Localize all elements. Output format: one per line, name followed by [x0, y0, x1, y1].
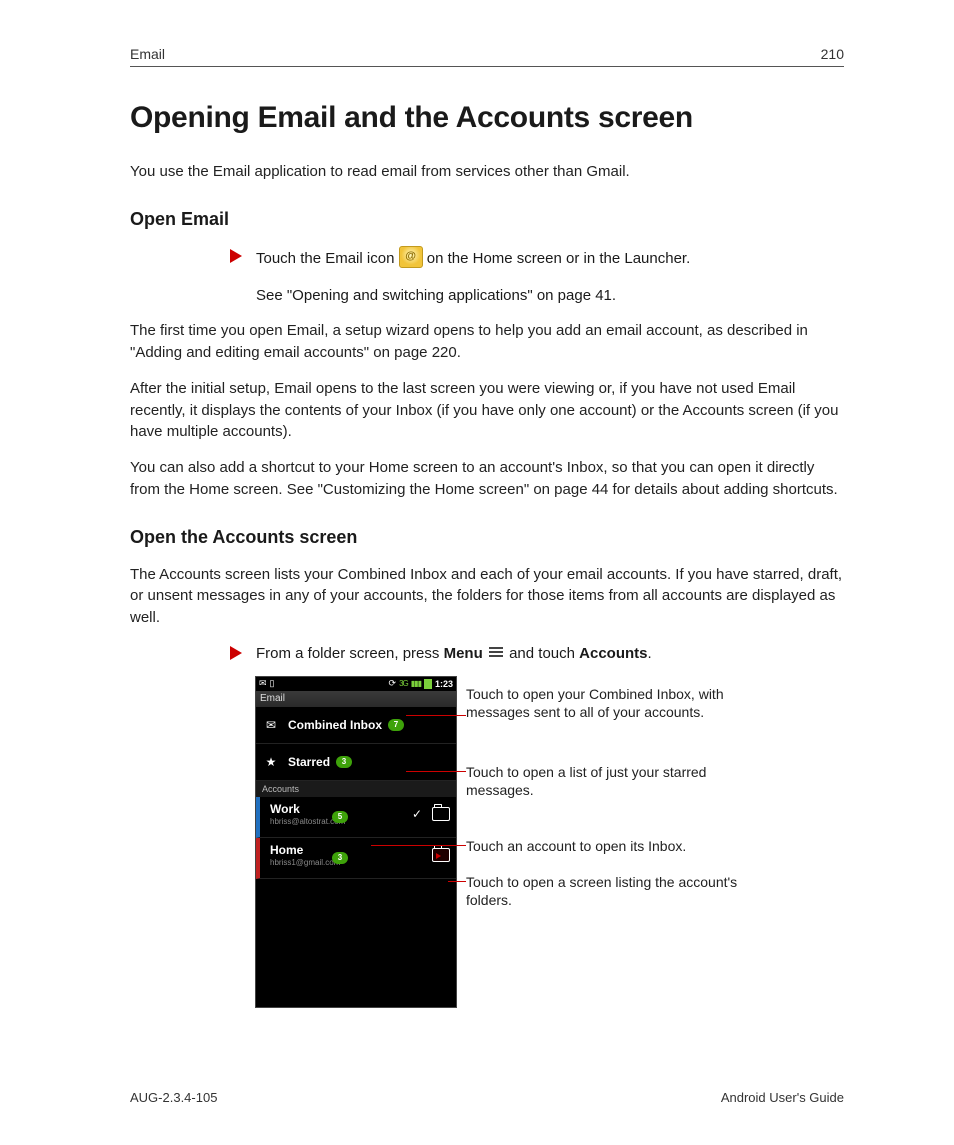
folder-icon[interactable]: [432, 848, 450, 862]
accounts-label: Accounts: [579, 645, 647, 662]
callout-account: Touch an account to open its Inbox.: [466, 837, 746, 856]
folder-icon[interactable]: [432, 807, 450, 821]
callout-combined: Touch to open your Combined Inbox, with …: [466, 685, 746, 723]
check-icon: ✓: [412, 807, 422, 821]
header-section: Email: [130, 46, 165, 62]
menu-label: Menu: [444, 645, 483, 662]
account-work-badge: 5: [332, 811, 348, 823]
combined-inbox-label: Combined Inbox: [288, 718, 382, 732]
action-accounts-prefix: From a folder screen, press: [256, 645, 444, 662]
action-text-suffix: on the Home screen or in the Launcher.: [427, 250, 691, 267]
phone-screenshot: ✉ ▯ ⟳ 3G ▮▮▮ 1:23 Email ✉ Combined Inbox…: [256, 677, 456, 1007]
running-header: Email 210: [130, 46, 844, 67]
starred-badge: 3: [336, 756, 352, 768]
page-title: Opening Email and the Accounts screen: [130, 101, 844, 135]
open-email-heading: Open Email: [130, 209, 844, 230]
open-accounts-action: From a folder screen, press Menu and tou…: [230, 643, 844, 665]
open-email-p1: The first time you open Email, a setup w…: [130, 320, 844, 364]
signal-3g-icon: 3G: [399, 679, 408, 688]
signal-bars-icon: ▮▮▮: [411, 679, 421, 688]
account-work-row[interactable]: Work hbriss@altostrat.com 5 ✓: [256, 797, 456, 838]
account-home-badge: 3: [332, 852, 348, 864]
inbox-icon: ✉: [262, 718, 280, 732]
combined-inbox-badge: 7: [388, 719, 404, 731]
star-icon: ★: [262, 755, 280, 769]
account-home-name: Home: [270, 843, 303, 857]
menu-icon: [489, 645, 503, 659]
combined-inbox-row[interactable]: ✉ Combined Inbox 7: [256, 707, 456, 744]
status-icon: ▯: [270, 678, 275, 689]
action-text-prefix: Touch the Email icon: [256, 250, 399, 267]
open-email-p3: You can also add a shortcut to your Home…: [130, 457, 844, 501]
account-work-name: Work: [270, 802, 300, 816]
action-accounts-middle: and touch: [509, 645, 579, 662]
footer-left: AUG-2.3.4-105: [130, 1090, 217, 1105]
clock: 1:23: [435, 679, 453, 689]
action-accounts-suffix: .: [648, 645, 652, 662]
sync-icon: ⟳: [389, 678, 397, 689]
status-bar: ✉ ▯ ⟳ 3G ▮▮▮ 1:23: [256, 677, 456, 691]
open-email-action: Touch the Email icon on the Home screen …: [230, 246, 844, 270]
bullet-icon: [230, 249, 242, 263]
footer-right: Android User's Guide: [721, 1090, 844, 1105]
see-reference: See "Opening and switching applications"…: [256, 285, 844, 307]
open-accounts-p1: The Accounts screen lists your Combined …: [130, 564, 844, 629]
callout-folder: Touch to open a screen listing the accou…: [466, 873, 746, 911]
starred-row[interactable]: ★ Starred 3: [256, 744, 456, 781]
app-titlebar: Email: [256, 691, 456, 707]
status-icon: ✉: [259, 678, 267, 689]
battery-icon: [424, 679, 432, 689]
bullet-icon: [230, 646, 242, 660]
starred-label: Starred: [288, 755, 330, 769]
footer: AUG-2.3.4-105 Android User's Guide: [130, 1090, 844, 1105]
email-app-icon: [399, 246, 423, 268]
account-home-email: hbriss1@gmail.com: [270, 858, 340, 867]
intro-paragraph: You use the Email application to read em…: [130, 161, 844, 183]
open-email-p2: After the initial setup, Email opens to …: [130, 378, 844, 443]
header-page-number: 210: [821, 46, 844, 62]
accounts-section-label: Accounts: [256, 781, 456, 797]
open-accounts-heading: Open the Accounts screen: [130, 527, 844, 548]
callout-starred: Touch to open a list of just your starre…: [466, 763, 746, 801]
